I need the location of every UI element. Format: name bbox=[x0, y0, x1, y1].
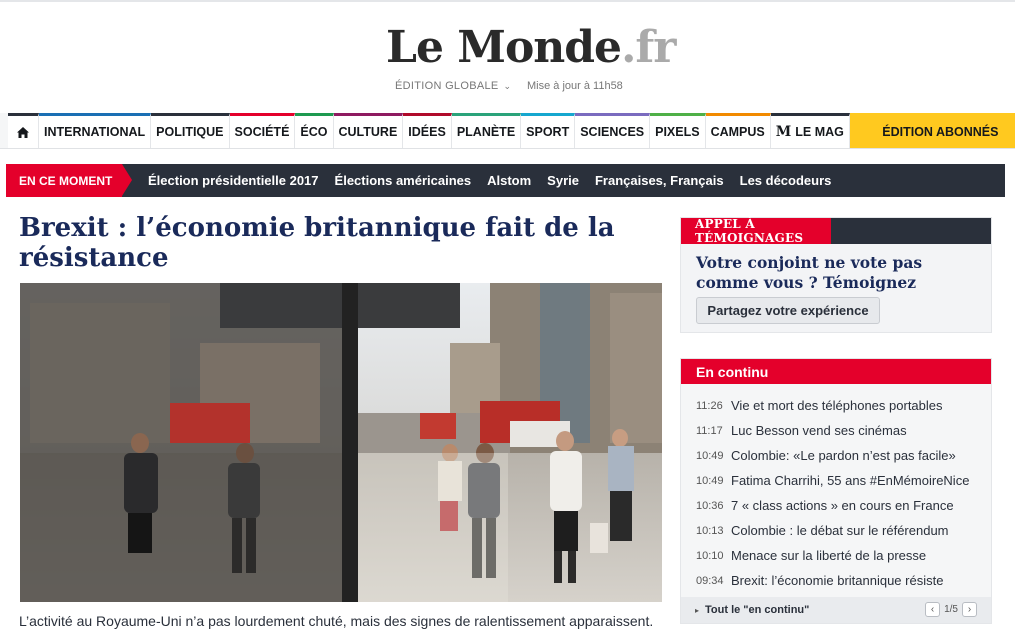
temoignages-tag: APPEL À TÉMOIGNAGES bbox=[681, 217, 831, 245]
home-icon bbox=[17, 126, 29, 138]
continu-headline[interactable]: Colombie : le débat sur le référendum bbox=[731, 523, 949, 538]
continu-box: En continu 11:26 Vie et mort des téléphon… bbox=[680, 358, 992, 624]
nav-item-label: ÉCO bbox=[300, 125, 328, 139]
continu-item[interactable]: 09:34 Brexit: l’économie britannique rési… bbox=[681, 568, 991, 593]
continu-item[interactable]: 10:49 Fatima Charrihi, 55 ans #EnMémoireN… bbox=[681, 468, 991, 493]
continu-time: 10:10 bbox=[696, 549, 724, 562]
trending-link[interactable]: Alstom bbox=[487, 173, 531, 188]
continu-time: 09:34 bbox=[696, 574, 724, 587]
nav-edition-abonnes[interactable]: ÉDITION ABONNÉS bbox=[849, 113, 1015, 148]
nav-item-culture[interactable]: CULTURE bbox=[333, 113, 404, 148]
continu-item[interactable]: 10:36 7 « class actions » en cours en Fra… bbox=[681, 493, 991, 518]
continu-item[interactable]: 10:49 Colombie: «Le pardon n’est pas faci… bbox=[681, 443, 991, 468]
chevron-right-icon[interactable]: › bbox=[962, 602, 977, 617]
continu-time: 10:36 bbox=[696, 499, 724, 512]
nav-item-société[interactable]: SOCIÉTÉ bbox=[229, 113, 296, 148]
nav-item-sciences[interactable]: SCIENCES bbox=[575, 113, 651, 148]
le-monde-m-icon: M bbox=[775, 124, 792, 140]
street-photo-illustration bbox=[20, 283, 662, 602]
logo-suffix: .fr bbox=[621, 22, 676, 73]
continu-time: 11:26 bbox=[696, 399, 723, 412]
nav-item-label: IDÉES bbox=[408, 125, 446, 139]
site-header: Le Monde.fr ÉDITION GLOBALE ⌄ Mise à jour… bbox=[0, 2, 1015, 114]
article-headline[interactable]: Brexit : l’économie britannique fait de … bbox=[19, 213, 659, 273]
trending-bar: EN CE MOMENT Élection présidentielle 201… bbox=[6, 164, 1005, 197]
trending-link[interactable]: Élections américaines bbox=[335, 173, 472, 188]
continu-time: 10:13 bbox=[696, 524, 724, 537]
nav-item-pixels[interactable]: PIXELS bbox=[650, 113, 706, 148]
nav-item-politique[interactable]: POLITIQUE bbox=[151, 113, 230, 148]
article-caption: L’activité au Royaume-Uni n’a pas lourde… bbox=[19, 613, 654, 629]
nav-item-sport[interactable]: SPORT bbox=[521, 113, 576, 148]
update-time: Mise à jour à 11h58 bbox=[527, 80, 623, 92]
nav-item-label: PIXELS bbox=[655, 125, 700, 139]
continu-time: 11:17 bbox=[696, 424, 723, 437]
temoignages-header: APPEL À TÉMOIGNAGES bbox=[681, 217, 991, 245]
edition-selector[interactable]: ÉDITION GLOBALE ⌄ bbox=[395, 80, 511, 92]
continu-headline[interactable]: Vie et mort des téléphones portables bbox=[731, 398, 943, 413]
continu-headline[interactable]: Luc Besson vend ses cinémas bbox=[731, 423, 907, 438]
nav-item-label: CULTURE bbox=[338, 125, 398, 139]
nav-item-label: SOCIÉTÉ bbox=[234, 125, 290, 139]
nav-item-international[interactable]: INTERNATIONAL bbox=[39, 113, 152, 148]
continu-list: 11:26 Vie et mort des téléphones portable… bbox=[681, 393, 991, 593]
continu-item[interactable]: 10:10 Menace sur la liberté de la presse bbox=[681, 543, 991, 568]
nav-item-le-mag[interactable]: M LE MAG bbox=[770, 113, 850, 148]
continu-time: 10:49 bbox=[696, 474, 724, 487]
temoignages-title[interactable]: Votre conjoint ne vote pas comme vous ? … bbox=[696, 253, 986, 293]
trending-link[interactable]: Françaises, Français bbox=[595, 173, 724, 188]
continu-all-link[interactable]: Tout le "en continu" bbox=[705, 604, 809, 616]
edition-label: ÉDITION GLOBALE bbox=[395, 80, 499, 92]
continu-footer: ▸ Tout le "en continu" ‹ 1/5 › bbox=[681, 597, 991, 623]
continu-headline[interactable]: Fatima Charrihi, 55 ans #EnMémoireNice bbox=[731, 473, 969, 488]
nav-item-label: POLITIQUE bbox=[156, 125, 224, 139]
trending-link[interactable]: Élection présidentielle 2017 bbox=[148, 173, 319, 188]
nav-item-label: SPORT bbox=[526, 125, 570, 139]
trending-label: EN CE MOMENT bbox=[6, 164, 132, 197]
continu-headline[interactable]: Colombie: «Le pardon n’est pas facile» bbox=[731, 448, 956, 463]
nav-items: INTERNATIONAL POLITIQUE SOCIÉTÉ ÉCO CULTURE I… bbox=[8, 113, 1015, 148]
continu-item[interactable]: 11:26 Vie et mort des téléphones portable… bbox=[681, 393, 991, 418]
nav-item-label: CAMPUS bbox=[710, 125, 765, 139]
continu-title: En continu bbox=[681, 359, 991, 384]
nav-item-planète[interactable]: PLANÈTE bbox=[451, 113, 522, 148]
trending-link[interactable]: Syrie bbox=[547, 173, 579, 188]
chevron-left-icon[interactable]: ‹ bbox=[925, 602, 941, 617]
continu-item[interactable]: 11:17 Luc Besson vend ses cinémas bbox=[681, 418, 991, 443]
site-logo[interactable]: Le Monde.fr bbox=[386, 22, 677, 74]
continu-time: 10:49 bbox=[696, 449, 724, 462]
nav-item-label: SCIENCES bbox=[580, 125, 645, 139]
nav-item-idées[interactable]: IDÉES bbox=[403, 113, 452, 148]
continu-headline[interactable]: Menace sur la liberté de la presse bbox=[731, 548, 926, 563]
nav-item-label: PLANÈTE bbox=[456, 125, 516, 139]
trending-links: Élection présidentielle 2017 Élections am… bbox=[148, 173, 847, 188]
trending-link[interactable]: Les décodeurs bbox=[740, 173, 832, 188]
continu-headline[interactable]: Brexit: l’économie britannique résiste bbox=[731, 573, 943, 588]
continu-headline[interactable]: 7 « class actions » en cours en France bbox=[731, 498, 954, 513]
main-nav: INTERNATIONAL POLITIQUE SOCIÉTÉ ÉCO CULTURE I… bbox=[0, 113, 1015, 149]
chevron-right-small-icon: ▸ bbox=[695, 605, 700, 615]
temoignages-box: APPEL À TÉMOIGNAGES Votre conjoint ne vo… bbox=[680, 217, 992, 333]
continu-pager: ‹ 1/5 › bbox=[925, 602, 977, 617]
continu-item[interactable]: 10:13 Colombie : le débat sur le référend… bbox=[681, 518, 991, 543]
pager-count: 1/5 bbox=[944, 604, 958, 615]
logo-main: Le Monde bbox=[386, 22, 622, 73]
article-photo[interactable] bbox=[20, 283, 662, 602]
nav-item-éco[interactable]: ÉCO bbox=[295, 113, 334, 148]
nav-home[interactable] bbox=[8, 113, 39, 148]
nav-item-label: LE MAG bbox=[795, 125, 844, 139]
nav-item-campus[interactable]: CAMPUS bbox=[705, 113, 771, 148]
nav-item-label: INTERNATIONAL bbox=[44, 125, 146, 139]
chevron-down-icon: ⌄ bbox=[503, 81, 512, 91]
share-experience-button[interactable]: Partagez votre expérience bbox=[696, 297, 880, 324]
